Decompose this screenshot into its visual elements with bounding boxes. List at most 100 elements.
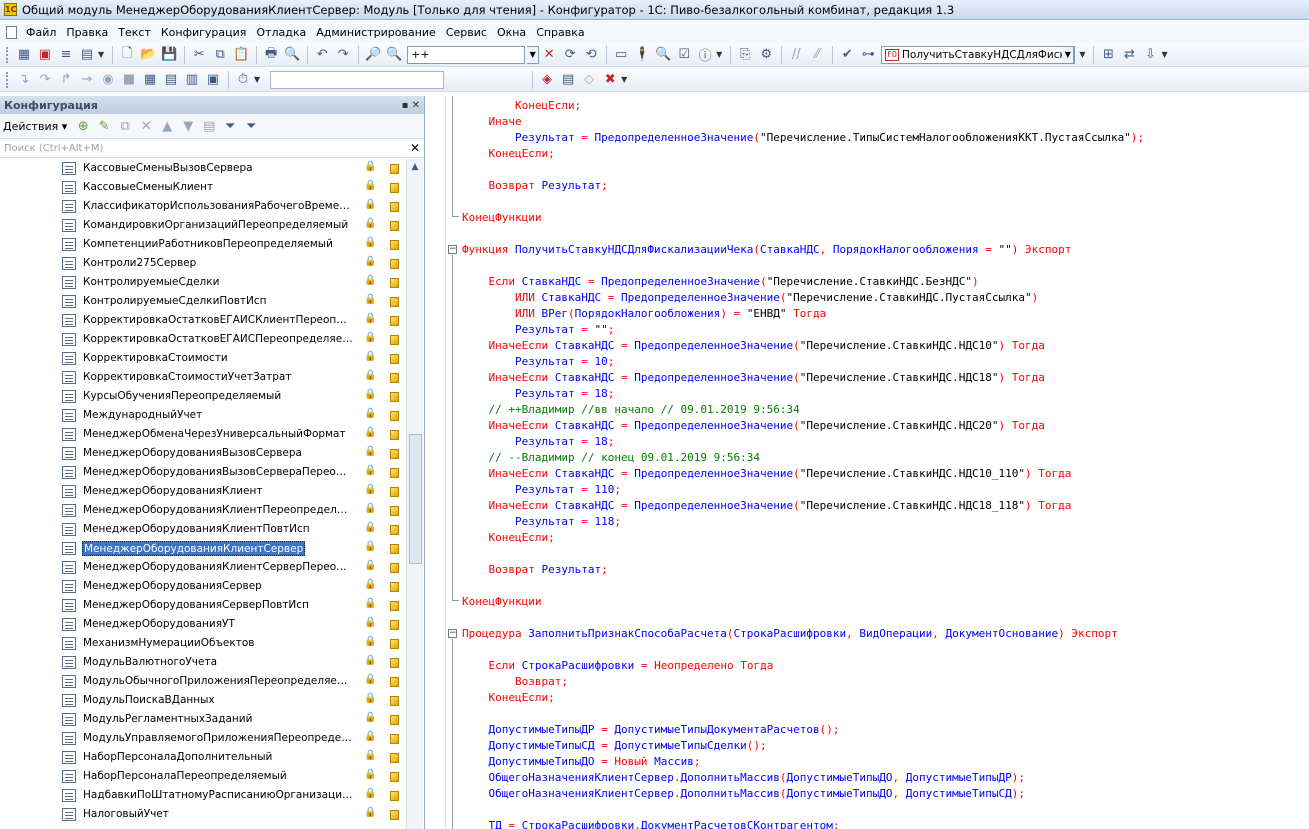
tree-item[interactable]: КорректировкаСтоимостиУчетЗатрат 🔒 <box>0 368 406 387</box>
move-down-icon[interactable]: ▼ <box>178 116 198 136</box>
tree-item[interactable]: МенеджерОборудованияКлиентСерверПереопре… <box>0 558 406 577</box>
procedure-combo[interactable]: F0 ПолучитьСтавкуНДСДляФиска ▼ <box>881 45 1076 64</box>
menu-list-icon[interactable]: ▤ <box>77 45 97 65</box>
code-line[interactable]: ИначеЕсли СтавкаНДС = ПредопределенноеЗн… <box>462 370 1045 386</box>
tree-item[interactable]: МодульВалютногоУчета 🔒 <box>0 653 406 672</box>
menu-administration[interactable]: Администрирование <box>311 26 441 39</box>
code-line[interactable]: // --Владимир // конец 09.01.2019 9:56:3… <box>462 450 761 466</box>
db-config-icon[interactable]: ▣ <box>35 45 55 65</box>
check-module-icon[interactable]: ☑ <box>674 45 694 65</box>
move-up-icon[interactable]: ▲ <box>157 116 177 136</box>
tree-item[interactable]: МодульПоискаВДанных 🔒 <box>0 691 406 710</box>
breakpoint-list-icon[interactable]: ▤ <box>558 70 578 90</box>
panel-controls[interactable]: ▪ ✕ <box>402 100 420 111</box>
code-line[interactable]: КонецФункции <box>462 210 541 226</box>
checklist-icon[interactable]: ✔ <box>837 45 857 65</box>
fold-toggle-icon[interactable]: − <box>448 245 457 254</box>
new-file-icon[interactable]: 🗋 <box>117 45 137 65</box>
tree-item[interactable]: НаборПерсоналаДополнительный 🔒 <box>0 748 406 767</box>
filter-icon[interactable]: ⏷ <box>220 116 240 136</box>
tree-item[interactable]: Контроли275Сервер 🔒 <box>0 254 406 273</box>
tree-item[interactable]: КорректировкаСтоимости 🔒 <box>0 349 406 368</box>
print-icon[interactable]: 🖶 <box>261 45 281 65</box>
paste-icon[interactable]: 📋 <box>231 45 251 65</box>
expression-combo[interactable] <box>270 70 445 89</box>
search-icon[interactable]: 🔍 <box>384 45 404 65</box>
step-into-icon[interactable]: ↴ <box>14 70 34 90</box>
panel-search-input[interactable]: Поиск (Ctrl+Alt+M) <box>2 143 408 154</box>
tree-item[interactable]: МеханизмНумерацииОбъектов 🔒 <box>0 634 406 653</box>
info-icon[interactable]: ⓘ <box>695 45 715 65</box>
tree-icon[interactable]: ⊞ <box>1098 45 1118 65</box>
breakpoint-toggle-icon[interactable]: ◈ <box>537 70 557 90</box>
uncomment-icon[interactable]: ⁄⁄ <box>807 45 827 65</box>
copy-icon[interactable]: ⧉ <box>115 116 135 136</box>
find-in-files-icon[interactable]: 🔎 <box>363 45 383 65</box>
tree-item[interactable]: МенеджерОборудованияСервер 🔒 <box>0 577 406 596</box>
tree-item[interactable]: КомандировкиОрганизацийПереопределяемый 🔒 <box>0 216 406 235</box>
search-input[interactable]: ++ <box>407 45 526 64</box>
code-line[interactable]: Результат = 18; <box>462 434 614 450</box>
breakpoint-icon[interactable]: ◉ <box>98 70 118 90</box>
delete-icon[interactable]: ✕ <box>136 116 156 136</box>
code-line[interactable]: КонецЕсли; <box>462 530 555 546</box>
timer-icon[interactable]: ⏱ <box>233 70 253 90</box>
clear-search-icon[interactable]: ✕ <box>408 141 422 155</box>
tree-item[interactable]: КонтролируемыеСделки 🔒 <box>0 273 406 292</box>
code-line[interactable]: ИначеЕсли СтавкаНДС = ПредопределенноеЗн… <box>462 338 1045 354</box>
comment-icon[interactable]: // <box>786 45 806 65</box>
list-icon[interactable]: ≡ <box>56 45 76 65</box>
code-line[interactable]: Функция ПолучитьСтавкуНДСДляФискализации… <box>462 242 1071 258</box>
document-icon[interactable] <box>6 25 17 39</box>
code-line[interactable]: КонецЕсли; <box>462 690 555 706</box>
tree-item[interactable]: МенеджерОбменаЧерезУниверсальныйФормат 🔒 <box>0 425 406 444</box>
syntax-assistant-icon[interactable]: 🔍 <box>653 45 673 65</box>
menu-edit[interactable]: Правка <box>61 26 113 39</box>
tree-item[interactable]: КомпетенцииРаботниковПереопределяемый 🔒 <box>0 235 406 254</box>
scroll-up-icon[interactable]: ▲ <box>407 159 423 176</box>
tree-item[interactable]: КассовыеСменыКлиент 🔒 <box>0 178 406 197</box>
tree-item[interactable]: МодульОбычногоПриложенияПереопределяемый… <box>0 672 406 691</box>
tree-item[interactable]: МодульРегламентныхЗаданий 🔒 <box>0 710 406 729</box>
chevron-down-icon[interactable]: ▼ <box>716 50 722 59</box>
chevron-down-icon[interactable]: ▼ <box>254 75 260 84</box>
menu-debug[interactable]: Отладка <box>251 26 311 39</box>
menu-windows[interactable]: Окна <box>492 26 531 39</box>
copy-icon[interactable]: ⧉ <box>210 45 230 65</box>
procedures-list-icon[interactable]: ⊶ <box>858 45 878 65</box>
code-line[interactable]: Результат = 18; <box>462 386 614 402</box>
tree-item[interactable]: НалоговыйУчет 🔒 <box>0 805 406 824</box>
save-icon[interactable]: 💾 <box>159 45 179 65</box>
tree-item[interactable]: НадбавкиПоШтатномуРасписаниюОрганизацийП… <box>0 786 406 805</box>
code-line[interactable]: ИначеЕсли СтавкаНДС = ПредопределенноеЗн… <box>462 498 1072 514</box>
toolbar-grip[interactable] <box>6 46 9 63</box>
find-next-icon[interactable]: ⟳ <box>560 45 580 65</box>
tree-item[interactable]: МенеджерОборудованияКлиентПовтИсп 🔒 <box>0 520 406 539</box>
find-previous-icon[interactable]: ⟲ <box>581 45 601 65</box>
tree-scrollbar[interactable]: ▲ <box>406 159 423 829</box>
tree-item[interactable]: НаборПерсоналаПереопределяемый 🔒 <box>0 767 406 786</box>
tree-item[interactable]: МодульУправляемогоПриложенияПереопределя… <box>0 729 406 748</box>
menu-service[interactable]: Сервис <box>441 26 492 39</box>
procedure-dropdown-button[interactable]: ▼ <box>1062 45 1075 64</box>
redo-icon[interactable]: ↷ <box>333 45 353 65</box>
tree-item[interactable]: МеждународныйУчет 🔒 <box>0 406 406 425</box>
tree-item[interactable]: КурсыОбученияПереопределяемый 🔒 <box>0 387 406 406</box>
code-line[interactable]: Если СтрокаРасшифровки = Неопределено То… <box>462 658 774 674</box>
code-line[interactable]: КонецЕсли; <box>462 98 581 114</box>
code-line[interactable]: Процедура ЗаполнитьПризнакСпособаРасчета… <box>462 626 1118 642</box>
step-out-icon[interactable]: ↱ <box>56 70 76 90</box>
code-line[interactable]: ОбщегоНазначенияКлиентСервер.ДополнитьМа… <box>462 770 1024 786</box>
sort-icon[interactable]: ▤ <box>199 116 219 136</box>
fold-toggle-icon[interactable]: − <box>448 629 457 638</box>
menu-file[interactable]: Файл <box>21 26 61 39</box>
calculate-icon[interactable]: ▦ <box>140 70 160 90</box>
scroll-thumb[interactable] <box>409 434 422 564</box>
code-line[interactable]: ТД = СтрокаРасшифровки.ДокументРасчетовС… <box>462 818 839 829</box>
cut-icon[interactable]: ✂ <box>189 45 209 65</box>
code-line[interactable]: ДопустимыеТипыДО = Новый Массив; <box>462 754 700 770</box>
run-to-cursor-icon[interactable]: → <box>77 70 97 90</box>
toolbar-grip[interactable] <box>6 71 9 88</box>
code-line[interactable]: ДопустимыеТипыСД = ДопустимыеТипыСделки(… <box>462 738 766 754</box>
tree-item[interactable]: МенеджерОборудованияВызовСервераПереопре… <box>0 463 406 482</box>
